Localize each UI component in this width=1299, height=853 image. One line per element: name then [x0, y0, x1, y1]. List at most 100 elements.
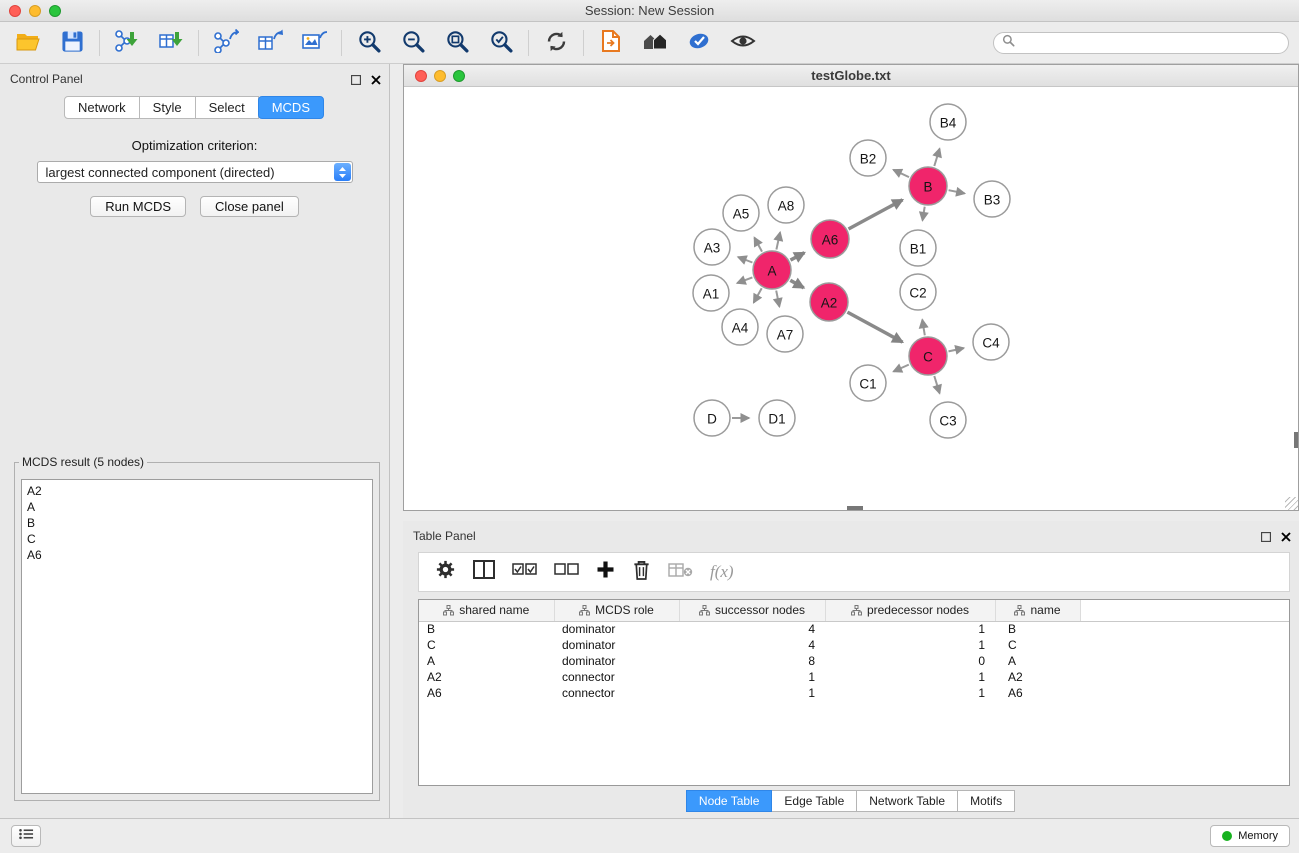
node-B1[interactable]: B1	[900, 230, 936, 266]
function-builder-button[interactable]: f(x)	[710, 562, 734, 582]
edge-B-B3[interactable]	[949, 190, 965, 193]
column-header-name[interactable]: name	[995, 600, 1080, 621]
save-session-button[interactable]	[50, 25, 94, 61]
table-settings-button[interactable]	[435, 559, 456, 585]
zoom-selected-button[interactable]	[479, 25, 523, 61]
refresh-view-button[interactable]	[534, 25, 578, 61]
deselect-all-button[interactable]	[554, 563, 579, 581]
edge-C-C4[interactable]	[949, 348, 964, 351]
memory-button[interactable]: Memory	[1210, 825, 1290, 847]
tab-style[interactable]: Style	[139, 96, 196, 119]
node-C[interactable]: C	[909, 337, 947, 375]
node-A1[interactable]: A1	[693, 275, 729, 311]
mcds-result-list[interactable]: A2ABCA6	[21, 479, 373, 794]
node-D[interactable]: D	[694, 400, 730, 436]
node-B[interactable]: B	[909, 167, 947, 205]
node-A7[interactable]: A7	[767, 316, 803, 352]
resize-grip[interactable]	[1285, 497, 1298, 510]
mcds-result-item[interactable]: B	[22, 515, 372, 531]
column-header-mcds-role[interactable]: MCDS role	[554, 600, 679, 621]
column-header-shared-name[interactable]: shared name	[419, 600, 554, 621]
network-canvas[interactable]: B4B2BB3A5A8A6B1A3AC2A1A2A4A7C4CC1C3DD1	[404, 87, 1298, 510]
tab-edge-table[interactable]: Edge Table	[771, 790, 857, 812]
edge-C-C2[interactable]	[922, 320, 925, 336]
open-document-button[interactable]	[589, 25, 633, 61]
table-row[interactable]: Cdominator41C	[419, 637, 1289, 653]
edge-B-B1[interactable]	[923, 207, 925, 221]
close-panel-icon[interactable]	[371, 72, 381, 90]
edge-B-B4[interactable]	[934, 149, 939, 166]
show-hide-button[interactable]	[721, 25, 765, 61]
show-columns-button[interactable]	[473, 560, 495, 584]
edge-A-A3[interactable]	[738, 257, 752, 263]
edge-A-A7[interactable]	[776, 291, 779, 307]
zoom-in-button[interactable]	[347, 25, 391, 61]
vertical-scroll-indicator[interactable]	[1294, 432, 1298, 448]
node-C4[interactable]: C4	[973, 324, 1009, 360]
select-all-button[interactable]	[512, 563, 537, 581]
edge-A-A6[interactable]	[791, 253, 805, 260]
edge-C-C3[interactable]	[934, 376, 939, 393]
export-network-button[interactable]	[204, 25, 248, 61]
node-A8[interactable]: A8	[768, 187, 804, 223]
node-B4[interactable]: B4	[930, 104, 966, 140]
column-header-successor-nodes[interactable]: successor nodes	[679, 600, 825, 621]
edge-A2-C[interactable]	[847, 312, 902, 342]
edge-A6-B[interactable]	[849, 200, 903, 229]
delete-table-button[interactable]	[668, 562, 693, 583]
node-B3[interactable]: B3	[974, 181, 1010, 217]
edge-B-B2[interactable]	[893, 170, 909, 177]
show-panels-button[interactable]	[11, 825, 41, 847]
edge-A-A5[interactable]	[754, 238, 762, 252]
tab-motifs[interactable]: Motifs	[957, 790, 1015, 812]
import-network-button[interactable]	[105, 25, 149, 61]
node-A[interactable]: A	[753, 251, 791, 289]
horizontal-scroll-indicator[interactable]	[847, 506, 863, 510]
node-A6[interactable]: A6	[811, 220, 849, 258]
node-D1[interactable]: D1	[759, 400, 795, 436]
mcds-result-item[interactable]: C	[22, 531, 372, 547]
import-table-button[interactable]	[149, 25, 193, 61]
run-mcds-button[interactable]: Run MCDS	[90, 196, 186, 217]
float-panel-icon[interactable]	[351, 72, 361, 90]
node-C3[interactable]: C3	[930, 402, 966, 438]
tab-network[interactable]: Network	[64, 96, 140, 119]
edge-A-A8[interactable]	[776, 232, 780, 249]
edge-C-C1[interactable]	[894, 365, 909, 372]
close-panel-icon[interactable]	[1281, 529, 1291, 547]
table-row[interactable]: A2connector11A2	[419, 669, 1289, 685]
delete-column-button[interactable]	[632, 559, 651, 586]
tab-network-table[interactable]: Network Table	[856, 790, 958, 812]
tab-mcds[interactable]: MCDS	[258, 96, 324, 119]
apply-style-button[interactable]	[677, 25, 721, 61]
zoom-out-button[interactable]	[391, 25, 435, 61]
mcds-result-item[interactable]: A2	[22, 483, 372, 499]
close-panel-button[interactable]: Close panel	[200, 196, 299, 217]
float-panel-icon[interactable]	[1261, 529, 1271, 547]
export-table-button[interactable]	[248, 25, 292, 61]
table-row[interactable]: A6connector11A6	[419, 685, 1289, 701]
mcds-result-item[interactable]: A	[22, 499, 372, 515]
export-image-button[interactable]	[292, 25, 336, 61]
tab-select[interactable]: Select	[195, 96, 259, 119]
edge-A-A1[interactable]	[737, 277, 752, 283]
mcds-result-item[interactable]: A6	[22, 547, 372, 563]
node-B2[interactable]: B2	[850, 140, 886, 176]
node-A5[interactable]: A5	[723, 195, 759, 231]
open-session-button[interactable]	[6, 25, 50, 61]
node-A2[interactable]: A2	[810, 283, 848, 321]
tab-node-table[interactable]: Node Table	[686, 790, 773, 812]
node-A4[interactable]: A4	[722, 309, 758, 345]
column-header-predecessor-nodes[interactable]: predecessor nodes	[825, 600, 995, 621]
add-column-button[interactable]	[596, 560, 615, 584]
zoom-fit-button[interactable]	[435, 25, 479, 61]
search-input[interactable]	[1020, 35, 1280, 50]
edge-A-A2[interactable]	[790, 280, 803, 288]
table-row[interactable]: Bdominator41B	[419, 621, 1289, 637]
optimization-criterion-dropdown[interactable]: largest connected component (directed)	[37, 161, 353, 183]
edge-A-A4[interactable]	[754, 288, 762, 302]
network-window-titlebar[interactable]: testGlobe.txt	[404, 65, 1298, 87]
table-row[interactable]: Adominator80A	[419, 653, 1289, 669]
node-C1[interactable]: C1	[850, 365, 886, 401]
node-A3[interactable]: A3	[694, 229, 730, 265]
